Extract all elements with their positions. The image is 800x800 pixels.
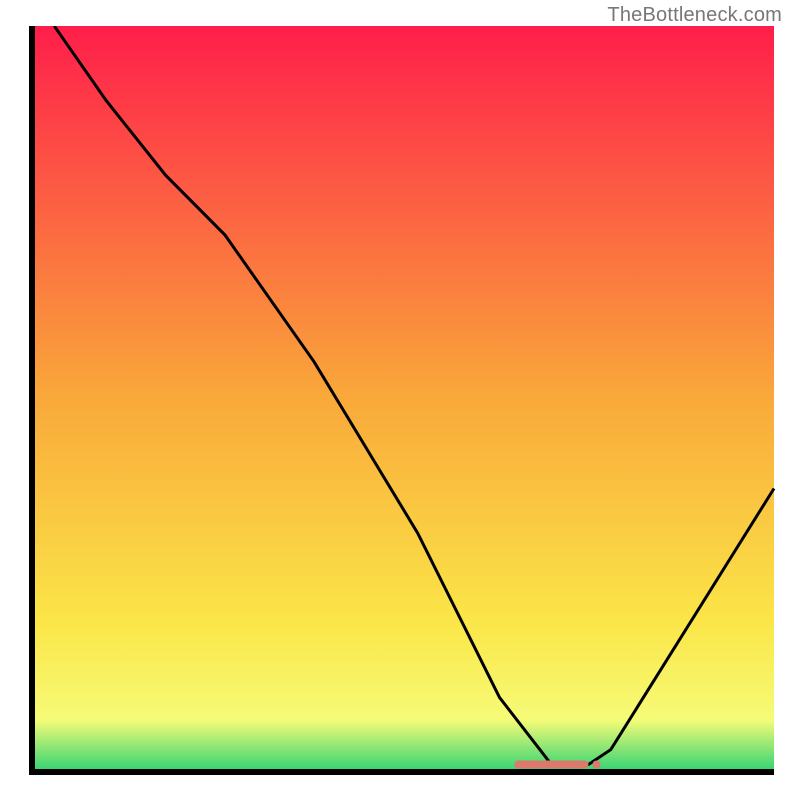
bottleneck-chart [28, 26, 778, 776]
chart-background [32, 26, 774, 772]
optimal-range-end-dot [593, 761, 601, 769]
optimal-range-marker [514, 761, 588, 769]
watermark-text: TheBottleneck.com [607, 4, 782, 27]
